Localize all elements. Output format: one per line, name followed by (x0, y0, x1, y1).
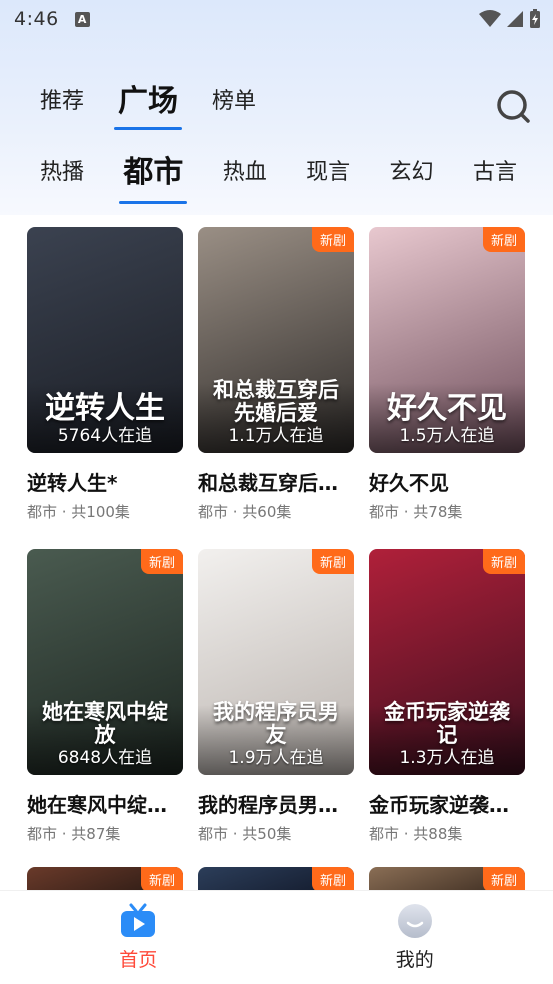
drama-meta: 都市 · 共87集 (27, 825, 121, 843)
new-badge: 新剧 (482, 867, 525, 891)
battery-icon (530, 9, 540, 28)
watching-count: 1.3万人在追 (399, 748, 495, 768)
nav-home[interactable]: 首页 (0, 891, 277, 984)
category-tab-2[interactable]: 热血 (223, 153, 267, 193)
watching-count: 5764人在追 (57, 426, 153, 446)
status-right-icons (479, 9, 541, 29)
signal-icon (507, 11, 523, 27)
profile-face-icon (397, 904, 432, 938)
category-tab-1[interactable]: 都市 (119, 153, 188, 204)
drama-poster[interactable]: 我的程序员男友 1.9万人在追 新剧 (198, 549, 354, 775)
drama-meta: 都市 · 共100集 (27, 503, 130, 521)
drama-card[interactable]: 我的程序员男友 1.9万人在追 新剧我的程序员男… 都市 · 共50集 (198, 549, 354, 844)
drama-card[interactable]: 她在寒风中绽放 6848人在追 新剧她在寒风中绽… 都市 · 共87集 (27, 549, 183, 844)
status-time: 4:46 (14, 8, 59, 30)
poster-title-art: 她在寒风中绽放 (42, 699, 168, 747)
drama-meta: 都市 · 共60集 (198, 503, 292, 521)
drama-meta: 都市 · 共50集 (198, 825, 292, 843)
notification-a-icon: A (74, 11, 90, 27)
drama-poster-partial[interactable]: 新剧 (198, 867, 354, 891)
new-badge: 新剧 (140, 867, 183, 891)
drama-poster-partial[interactable]: 新剧 (27, 867, 183, 891)
drama-title[interactable]: 好久不见 (369, 467, 525, 496)
poster-title-art: 我的程序员男友 (213, 699, 339, 747)
category-tabs: 热播 都市 热血 现言 玄幻 古言 (40, 153, 517, 204)
status-bar: 4:46 A (0, 0, 553, 38)
watching-count: 6848人在追 (57, 748, 153, 768)
main-tab-1[interactable]: 广场 (114, 82, 183, 130)
new-badge: 新剧 (311, 867, 354, 891)
drama-poster[interactable]: 好久不见 1.5万人在追 新剧 (369, 227, 525, 453)
drama-title[interactable]: 我的程序员男… (198, 789, 354, 818)
drama-grid-next-row: 新剧 新剧 新剧 (27, 867, 527, 891)
new-badge: 新剧 (311, 227, 354, 252)
drama-card[interactable]: 逆转人生 5764人在追逆转人生* 都市 · 共100集 (27, 227, 183, 522)
drama-title[interactable]: 她在寒风中绽… (27, 789, 183, 818)
new-badge: 新剧 (482, 549, 525, 574)
drama-poster[interactable]: 金币玩家逆袭记 1.3万人在追 新剧 (369, 549, 525, 775)
drama-title[interactable]: 和总裁互穿后… (198, 467, 354, 496)
nav-home-label: 首页 (119, 949, 158, 971)
poster-title-art: 和总裁互穿后 先婚后爱 (213, 377, 339, 425)
watching-count: 1.9万人在追 (228, 748, 324, 768)
drama-poster[interactable]: 和总裁互穿后 先婚后爱 1.1万人在追 新剧 (198, 227, 354, 453)
search-icon[interactable] (495, 88, 533, 126)
watching-count: 1.1万人在追 (228, 426, 324, 446)
main-tab-0[interactable]: 推荐 (40, 82, 84, 122)
bottom-navigation: 首页 我的 (0, 890, 553, 984)
drama-card[interactable]: 和总裁互穿后 先婚后爱 1.1万人在追 新剧和总裁互穿后… 都市 · 共60集 (198, 227, 354, 522)
main-tabs: 推荐 广场 榜单 (40, 82, 290, 130)
drama-meta: 都市 · 共88集 (369, 825, 463, 843)
drama-grid: 逆转人生 5764人在追逆转人生* 都市 · 共100集 和总裁互穿后 先婚后爱 1.1… (27, 227, 527, 844)
category-tab-4[interactable]: 玄幻 (390, 153, 434, 193)
drama-title[interactable]: 金币玩家逆袭… (369, 789, 525, 818)
category-tab-3[interactable]: 现言 (306, 153, 350, 193)
category-tab-5[interactable]: 古言 (473, 153, 517, 193)
new-badge: 新剧 (482, 227, 525, 252)
nav-profile[interactable]: 我的 (277, 891, 553, 984)
nav-profile-label: 我的 (395, 949, 434, 971)
new-badge: 新剧 (311, 549, 354, 574)
drama-title[interactable]: 逆转人生* (27, 467, 183, 496)
wifi-icon (479, 10, 501, 27)
tv-play-icon (121, 903, 156, 937)
drama-poster[interactable]: 逆转人生 5764人在追 (27, 227, 183, 453)
drama-meta: 都市 · 共78集 (369, 503, 463, 521)
drama-poster[interactable]: 她在寒风中绽放 6848人在追 新剧 (27, 549, 183, 775)
drama-card[interactable]: 金币玩家逆袭记 1.3万人在追 新剧金币玩家逆袭… 都市 · 共88集 (369, 549, 525, 844)
main-tab-2[interactable]: 榜单 (212, 82, 256, 122)
watching-count: 1.5万人在追 (399, 426, 495, 446)
poster-title-art: 金币玩家逆袭记 (384, 699, 510, 747)
category-tab-0[interactable]: 热播 (40, 153, 84, 193)
drama-card[interactable]: 好久不见 1.5万人在追 新剧 好久不见 都市 · 共78集 (369, 227, 525, 522)
drama-poster-partial[interactable]: 新剧 (369, 867, 525, 891)
new-badge: 新剧 (140, 549, 183, 574)
